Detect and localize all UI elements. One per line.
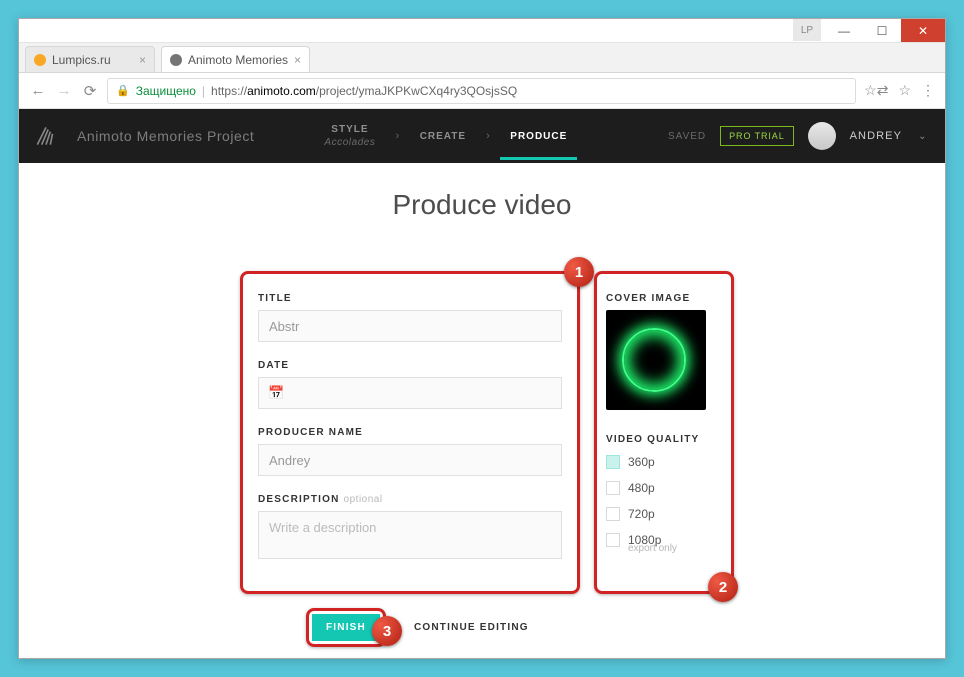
video-output-panel: 2 COVER IMAGE VIDEO QUALITY 360p 480p 72… xyxy=(604,271,724,590)
tab-close-icon[interactable]: × xyxy=(139,53,146,67)
annotation-1: 1 xyxy=(564,257,594,287)
window-maximize-button[interactable]: ☐ xyxy=(863,19,901,42)
browser-addressbar: ← → ⟳ 🔒 Защищено | https://animoto.com/p… xyxy=(19,73,945,109)
checkbox-icon xyxy=(606,455,620,469)
title-label: TITLE xyxy=(258,293,562,304)
action-button-row: FINISH 3 CONTINUE EDITING xyxy=(312,610,652,641)
favicon-icon xyxy=(170,54,182,66)
checkbox-icon xyxy=(606,533,620,547)
calendar-icon: 📅 xyxy=(268,385,284,401)
browser-window: LP — ☐ ✕ Lumpics.ru × Animoto Memories ×… xyxy=(18,18,946,659)
chevron-down-icon[interactable]: ⌄ xyxy=(918,131,927,142)
title-input[interactable] xyxy=(258,310,562,342)
translate-icon[interactable]: ☆⇄ xyxy=(864,82,888,99)
nav-back-icon[interactable]: ← xyxy=(29,82,47,99)
url-input[interactable]: 🔒 Защищено | https://animoto.com/project… xyxy=(107,78,856,104)
tab-title: Lumpics.ru xyxy=(52,53,111,67)
cover-image-thumbnail[interactable] xyxy=(606,310,706,410)
video-quality-label: VIDEO QUALITY xyxy=(606,434,722,445)
window-titlebar: LP — ☐ ✕ xyxy=(19,19,945,43)
bookmark-icon[interactable]: ☆ xyxy=(898,82,911,99)
quality-option-sublabel: export only xyxy=(628,543,722,554)
checkbox-icon xyxy=(606,481,620,495)
user-name[interactable]: ANDREY xyxy=(850,130,902,142)
producer-label: PRODUCER NAME xyxy=(258,427,562,438)
lock-icon: 🔒 xyxy=(116,84,130,97)
nav-forward-icon[interactable]: → xyxy=(55,82,73,99)
animoto-logo-icon[interactable] xyxy=(27,117,65,155)
nav-reload-icon[interactable]: ⟳ xyxy=(81,82,99,100)
workflow-steps: STYLE Accolades › CREATE › PRODUCE xyxy=(314,124,577,148)
chevron-right-icon: › xyxy=(395,130,399,142)
pro-trial-badge[interactable]: PRO TRIAL xyxy=(720,126,793,146)
date-label: DATE xyxy=(258,360,562,371)
step-create[interactable]: CREATE xyxy=(410,131,476,142)
description-input[interactable] xyxy=(258,511,562,559)
continue-editing-button[interactable]: CONTINUE EDITING xyxy=(414,622,529,633)
finish-button[interactable]: FINISH xyxy=(312,614,380,641)
annotation-2: 2 xyxy=(708,572,738,602)
secure-label: Защищено xyxy=(136,84,196,98)
avatar[interactable] xyxy=(808,122,836,150)
tab-title: Animoto Memories xyxy=(188,53,288,67)
chevron-right-icon: › xyxy=(486,130,490,142)
app-header: Animoto Memories Project STYLE Accolades… xyxy=(19,109,945,163)
step-style[interactable]: STYLE Accolades xyxy=(314,124,385,148)
quality-option-480p[interactable]: 480p xyxy=(606,481,722,495)
browser-tab-lumpics[interactable]: Lumpics.ru × xyxy=(25,46,155,72)
url-text: https://animoto.com/project/ymaJKPKwCXq4… xyxy=(211,84,517,98)
step-produce[interactable]: PRODUCE xyxy=(500,131,577,142)
checkbox-icon xyxy=(606,507,620,521)
date-input[interactable] xyxy=(258,377,562,409)
description-label: DESCRIPTIONoptional xyxy=(258,494,562,505)
page-body: Produce video 1 TITLE DATE 📅 xyxy=(19,163,945,658)
browser-tab-animoto[interactable]: Animoto Memories × xyxy=(161,46,310,72)
quality-option-720p[interactable]: 720p xyxy=(606,507,722,521)
window-minimize-button[interactable]: — xyxy=(825,19,863,42)
page-title: Produce video xyxy=(19,189,945,221)
browser-tabbar: Lumpics.ru × Animoto Memories × xyxy=(19,43,945,73)
video-details-panel: 1 TITLE DATE 📅 PRODUCER NAME xyxy=(240,271,580,590)
project-title: Animoto Memories Project xyxy=(77,128,254,144)
producer-input[interactable] xyxy=(258,444,562,476)
tab-close-icon[interactable]: × xyxy=(294,53,301,67)
quality-option-360p[interactable]: 360p xyxy=(606,455,722,469)
cover-image-label: COVER IMAGE xyxy=(606,293,722,304)
menu-icon[interactable]: ⋮ xyxy=(921,82,935,99)
saved-indicator: SAVED xyxy=(668,131,706,142)
favicon-icon xyxy=(34,54,46,66)
lp-badge: LP xyxy=(793,19,821,41)
window-close-button[interactable]: ✕ xyxy=(901,19,945,42)
